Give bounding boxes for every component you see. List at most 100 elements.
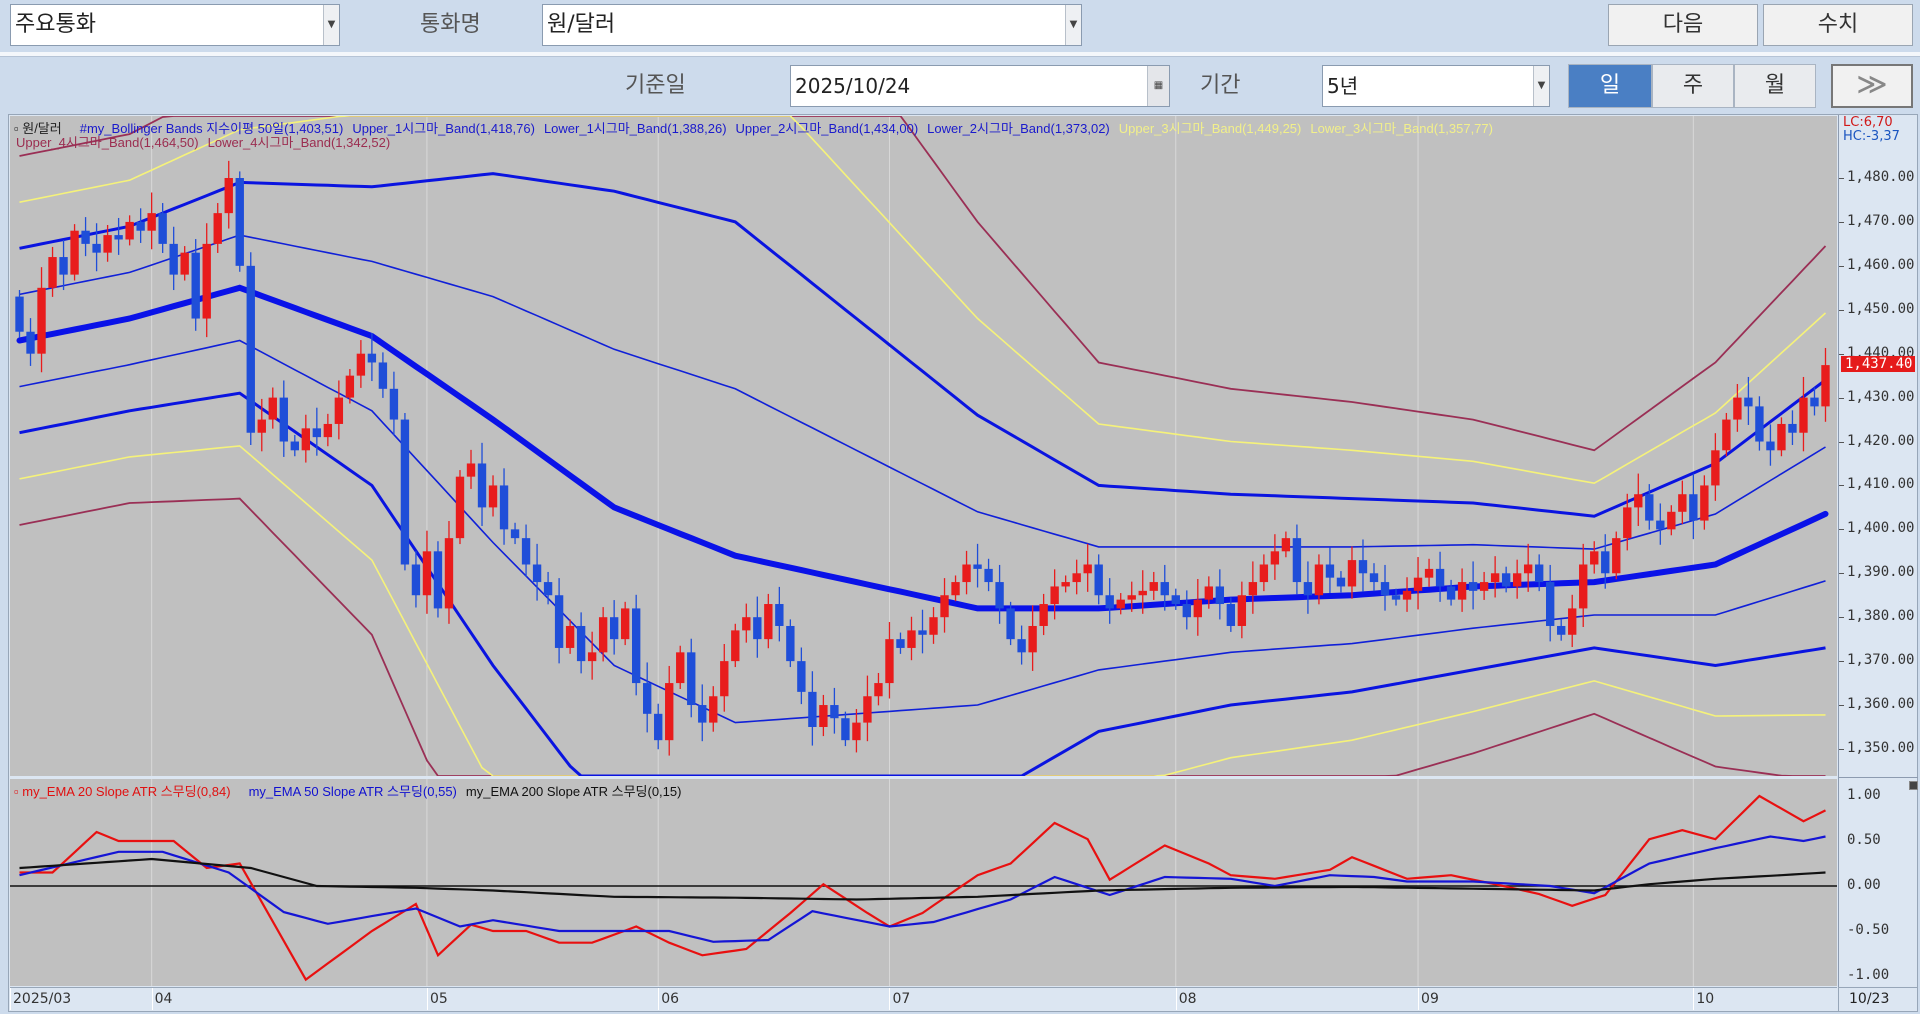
candle xyxy=(224,178,233,214)
y-tick xyxy=(1839,441,1844,443)
candle xyxy=(1733,397,1742,420)
more-button[interactable]: ≫ xyxy=(1831,64,1913,108)
legend-upper2: Upper_2시그마_Band(1,434,00) xyxy=(735,121,919,136)
y-tick-label: 1,420.00 xyxy=(1847,432,1915,449)
axis-divider xyxy=(1838,777,1918,778)
candle xyxy=(1744,397,1753,407)
candle xyxy=(411,564,421,596)
candle xyxy=(1568,608,1577,635)
candle xyxy=(1193,599,1202,618)
candle xyxy=(797,661,806,692)
candle xyxy=(698,705,707,723)
y-tick xyxy=(1839,353,1844,355)
candle xyxy=(15,296,24,332)
candle xyxy=(587,652,597,662)
period-select-value: 5년 xyxy=(1327,74,1359,98)
candle xyxy=(962,564,971,583)
candle xyxy=(1160,582,1169,596)
candle xyxy=(984,568,993,583)
maximize-icon[interactable] xyxy=(1909,781,1918,790)
legend-upper4: Upper_4시그마_Band(1,464,50) xyxy=(16,135,199,150)
x-tick-label: 2025/03 xyxy=(10,988,71,1010)
next-button[interactable]: 다음 xyxy=(1608,4,1758,46)
indicator-panel[interactable]: ▫ my_EMA 20 Slope ATR 스무딩(0,84) my_EMA 50… xyxy=(10,779,1837,986)
candle xyxy=(654,713,663,741)
lower-1sigma-band-line xyxy=(19,339,1826,724)
price-legend-row2: Upper_4시그마_Band(1,464,50) Lower_4시그마_Band… xyxy=(16,132,399,151)
x-tick-label: 10 xyxy=(1693,988,1714,1010)
candle xyxy=(400,419,410,565)
candle xyxy=(1479,582,1489,591)
candle xyxy=(1755,406,1764,442)
candle xyxy=(1270,551,1280,565)
candle xyxy=(1050,586,1059,605)
chevron-down-icon[interactable]: ▼ xyxy=(1533,66,1549,106)
upper-4sigma-band-line xyxy=(19,116,1827,452)
currency-label: 통화명 xyxy=(420,12,481,37)
last-price-marker: 1,437.40 xyxy=(1841,356,1915,373)
candle xyxy=(1072,573,1081,583)
candle xyxy=(268,397,277,420)
candle xyxy=(1336,577,1346,587)
indicator-y-tick-label: 0.00 xyxy=(1847,877,1881,893)
tab-weekly[interactable]: 주 xyxy=(1652,64,1734,108)
candle xyxy=(1391,595,1401,600)
candle xyxy=(620,608,630,640)
candle xyxy=(356,353,366,376)
candle xyxy=(1127,595,1136,600)
x-tick-label: 07 xyxy=(889,988,910,1010)
candle xyxy=(521,538,531,565)
legend-ema200: my_EMA 200 Slope ATR 스무딩(0,15) xyxy=(465,784,682,799)
candle xyxy=(918,630,927,635)
candle xyxy=(1634,494,1643,508)
candle xyxy=(279,397,288,442)
candle xyxy=(1204,586,1213,600)
y-tick xyxy=(1839,309,1844,311)
calendar-icon[interactable]: ▦ xyxy=(1147,66,1169,106)
candle xyxy=(1347,560,1357,587)
candle xyxy=(1534,564,1544,583)
candle xyxy=(1215,586,1225,605)
candle xyxy=(169,243,178,275)
candle xyxy=(1424,568,1434,578)
candle xyxy=(720,661,729,697)
candle xyxy=(753,617,762,640)
candle xyxy=(389,388,399,420)
chevron-down-icon[interactable]: ▼ xyxy=(1065,5,1081,45)
legend-upper3: Upper_3시그마_Band(1,449,25) xyxy=(1118,121,1302,136)
values-button[interactable]: 수치 xyxy=(1763,4,1913,46)
candle xyxy=(1039,604,1048,626)
candle xyxy=(345,375,355,398)
candle xyxy=(565,625,575,648)
candle xyxy=(246,265,255,433)
candle xyxy=(709,696,718,723)
base-date-input[interactable]: 2025/10/24 ▦ xyxy=(790,65,1170,107)
candle xyxy=(576,625,586,662)
candle xyxy=(1094,564,1103,596)
y-tick xyxy=(1839,573,1844,575)
candle xyxy=(1468,582,1478,591)
candle xyxy=(1380,582,1390,596)
currency-select[interactable]: 원/달러 ▼ xyxy=(542,4,1082,46)
candle xyxy=(1722,419,1731,451)
price-panel[interactable]: ▫ 원/달러 #my_Bollinger Bands 지수이평 50일(1,403… xyxy=(10,116,1837,776)
candle xyxy=(257,419,266,433)
candle xyxy=(1226,604,1236,626)
candle xyxy=(1689,494,1698,521)
period-select[interactable]: 5년 ▼ xyxy=(1322,65,1550,107)
candle xyxy=(852,722,861,741)
candle xyxy=(554,595,564,648)
y-tick xyxy=(1839,265,1844,267)
candle xyxy=(775,604,784,626)
candle xyxy=(1402,590,1412,600)
y-tick xyxy=(1839,705,1844,707)
candle xyxy=(367,353,377,363)
category-select[interactable]: 주요통화 ▼ xyxy=(10,4,340,46)
legend-ema20: ▫ my_EMA 20 Slope ATR 스무딩(0,84) xyxy=(14,784,231,799)
chevron-down-icon[interactable]: ▼ xyxy=(323,5,339,45)
candle xyxy=(422,551,432,596)
candle xyxy=(510,529,520,539)
tab-monthly[interactable]: 월 xyxy=(1734,64,1816,108)
upper-1sigma-band-line xyxy=(19,234,1826,550)
tab-daily[interactable]: 일 xyxy=(1568,64,1652,108)
